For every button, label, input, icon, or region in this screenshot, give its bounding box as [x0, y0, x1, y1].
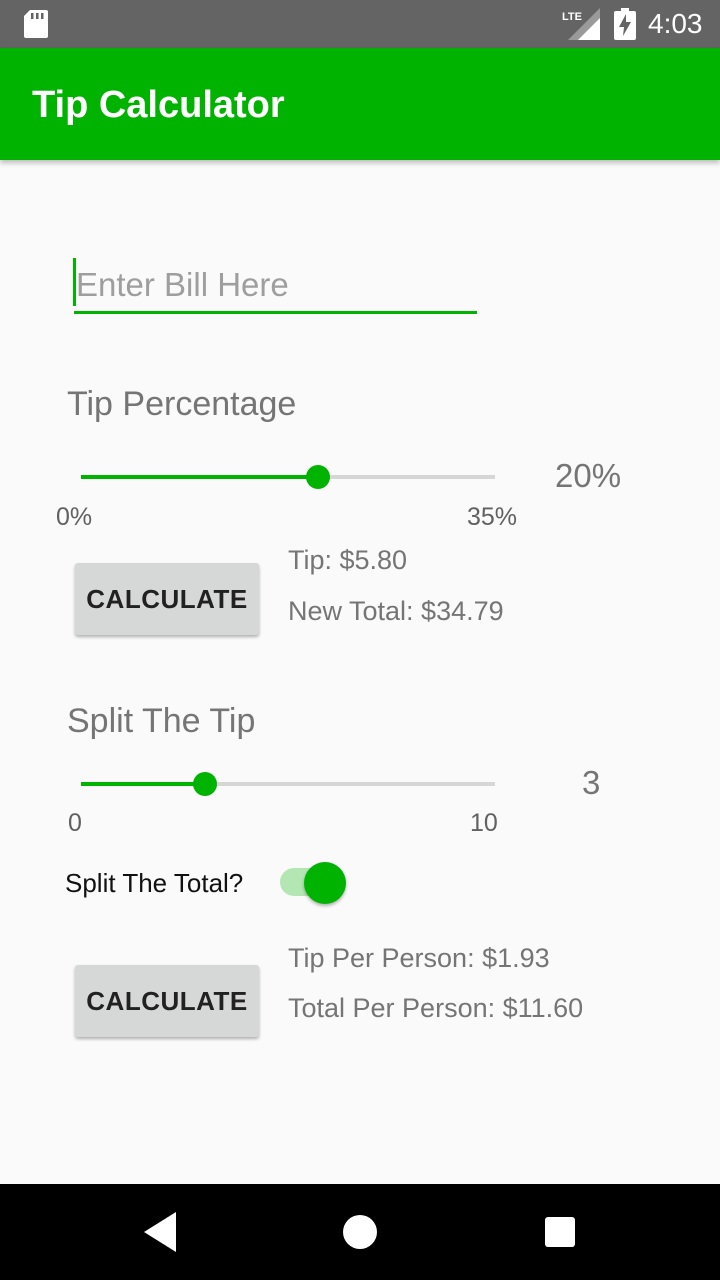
app-title: Tip Calculator — [32, 84, 285, 126]
status-bar: LTE 4:03 — [0, 0, 720, 48]
tip-percentage-value: 20% — [555, 457, 622, 494]
back-icon[interactable] — [142, 1212, 180, 1252]
split-slider-thumb[interactable] — [193, 772, 218, 796]
split-slider-min-label: 0 — [68, 809, 82, 837]
total-per-person-text: Total Per Person: $11.60 — [288, 993, 584, 1023]
tip-slider-thumb[interactable] — [305, 465, 330, 489]
lte-signal-icon: LTE — [562, 8, 600, 40]
battery-charging-icon — [614, 8, 636, 40]
tip-slider-fill — [81, 475, 318, 479]
tip-slider-min-label: 0% — [56, 503, 93, 531]
tip-slider-max-label: 35% — [467, 503, 518, 531]
split-total-switch-thumb[interactable] — [304, 862, 346, 904]
svg-text:LTE: LTE — [562, 11, 582, 23]
calculate-tip-button[interactable]: CALCULATE — [75, 563, 259, 635]
split-the-tip-label: Split The Tip — [67, 702, 256, 740]
app-bar: Tip Calculator — [0, 48, 720, 160]
bill-input[interactable] — [74, 258, 477, 314]
home-icon[interactable] — [343, 1215, 377, 1249]
navigation-bar — [0, 1184, 720, 1280]
tip-amount-text: Tip: $5.80 — [288, 545, 408, 575]
split-count-slider[interactable] — [81, 772, 495, 796]
split-slider-fill — [81, 782, 206, 786]
sd-card-icon — [24, 10, 48, 38]
tip-percentage-label: Tip Percentage — [67, 385, 297, 423]
split-count-value: 3 — [582, 764, 601, 801]
recents-icon[interactable] — [545, 1217, 575, 1247]
split-total-switch-label: Split The Total? — [65, 868, 244, 898]
new-total-text: New Total: $34.79 — [288, 596, 504, 626]
calculate-split-button[interactable]: CALCULATE — [75, 965, 259, 1037]
clock: 4:03 — [648, 8, 703, 39]
text-cursor — [73, 258, 76, 306]
split-slider-max-label: 10 — [470, 809, 498, 837]
tip-per-person-text: Tip Per Person: $1.93 — [288, 943, 550, 973]
tip-percentage-slider[interactable] — [81, 465, 495, 489]
